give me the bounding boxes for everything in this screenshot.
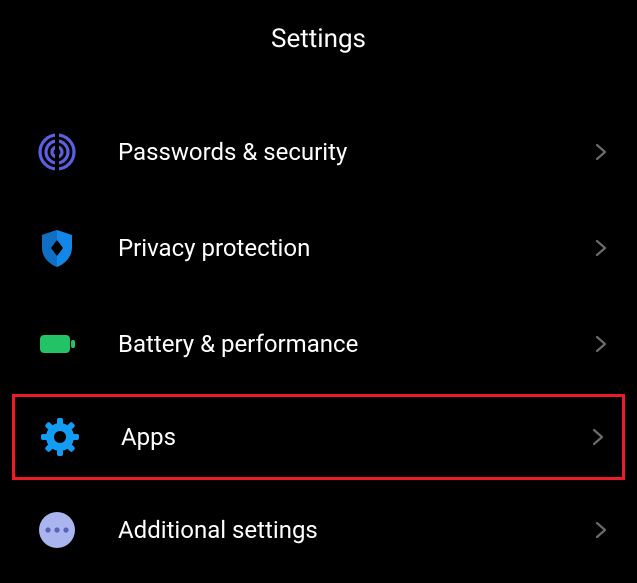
settings-list: Passwords & security Privacy protection … <box>0 104 637 578</box>
settings-item-passwords-security[interactable]: Passwords & security <box>0 104 637 200</box>
settings-item-apps[interactable]: Apps <box>12 394 625 480</box>
settings-item-label: Battery & performance <box>118 330 591 358</box>
settings-item-label: Privacy protection <box>118 234 591 262</box>
page-title: Settings <box>0 24 637 54</box>
chevron-right-icon <box>591 334 611 354</box>
chevron-right-icon <box>591 142 611 162</box>
battery-icon <box>36 323 78 365</box>
settings-item-label: Additional settings <box>118 516 591 544</box>
gear-icon <box>39 416 81 458</box>
page-header: Settings <box>0 0 637 104</box>
settings-item-privacy-protection[interactable]: Privacy protection <box>0 200 637 296</box>
settings-item-label: Passwords & security <box>118 138 591 166</box>
chevron-right-icon <box>591 520 611 540</box>
settings-item-label: Apps <box>121 423 588 451</box>
fingerprint-icon <box>36 131 78 173</box>
chevron-right-icon <box>591 238 611 258</box>
shield-icon <box>36 227 78 269</box>
settings-item-battery-performance[interactable]: Battery & performance <box>0 296 637 392</box>
settings-item-additional-settings[interactable]: Additional settings <box>0 482 637 578</box>
chevron-right-icon <box>588 427 608 447</box>
dots-icon <box>36 509 78 551</box>
